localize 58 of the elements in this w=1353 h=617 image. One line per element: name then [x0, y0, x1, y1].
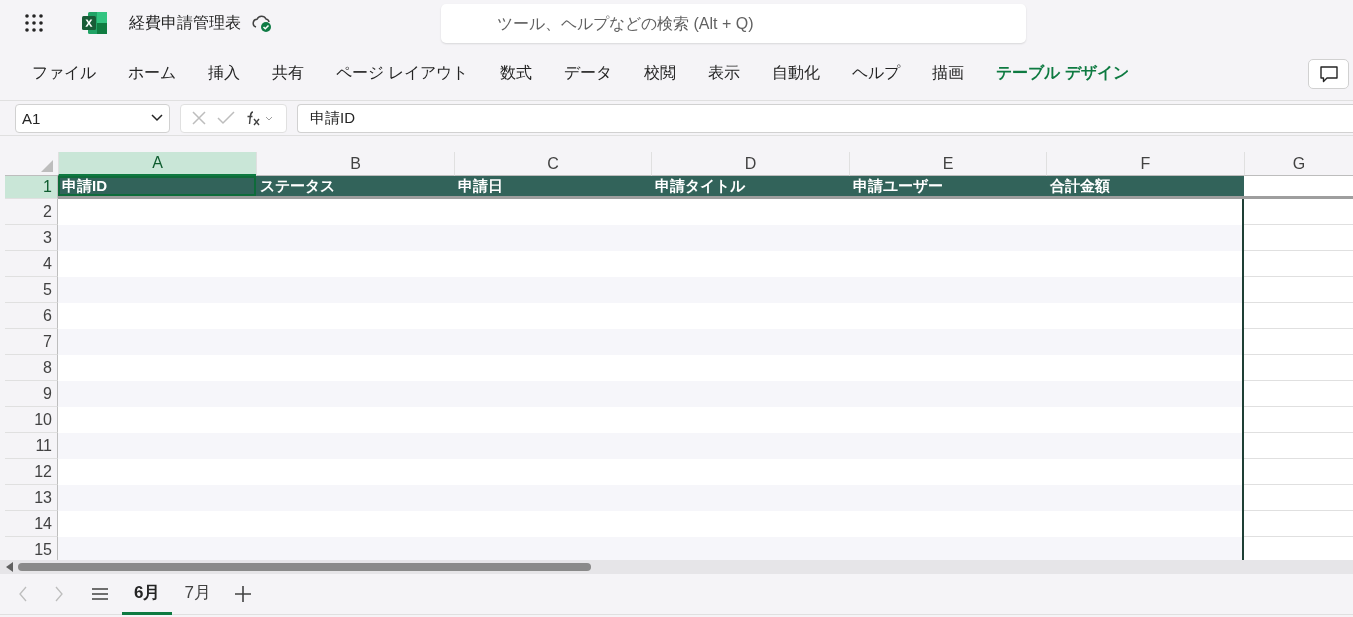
comments-button[interactable] [1308, 59, 1349, 89]
app-launcher-icon[interactable] [24, 13, 44, 33]
ribbon-tab[interactable]: ページ レイアウト [321, 56, 484, 90]
row-header[interactable]: 15 [5, 537, 58, 560]
chevron-down-icon [151, 114, 163, 122]
row-header[interactable]: 2 [5, 199, 58, 225]
check-icon[interactable] [217, 111, 235, 125]
row-header[interactable]: 7 [5, 329, 58, 355]
ribbon-tab[interactable]: 自動化 [757, 56, 836, 90]
ribbon-tab[interactable]: 共有 [257, 56, 319, 90]
row-header[interactable]: 10 [5, 407, 58, 433]
table-header-cell[interactable]: 申請日 [454, 176, 651, 199]
ribbon-tab[interactable]: ヘルプ [837, 56, 916, 90]
ribbon-tab[interactable]: 表示 [693, 56, 756, 90]
row-header[interactable]: 8 [5, 355, 58, 381]
add-sheet-icon[interactable] [234, 586, 251, 602]
ribbon-tab[interactable]: テーブル デザイン [981, 56, 1144, 90]
column-header[interactable]: F [1046, 152, 1244, 176]
ribbon-tab[interactable]: 数式 [485, 56, 548, 90]
function-icon[interactable] [245, 110, 273, 126]
row-header[interactable]: 9 [5, 381, 58, 407]
table-header-cell[interactable]: 申請ID [58, 176, 256, 199]
ribbon-tab[interactable]: 校閲 [629, 56, 692, 90]
ribbon-tab[interactable]: 描画 [917, 56, 980, 90]
ribbon-tab[interactable]: データ [549, 56, 628, 90]
row-header[interactable]: 3 [5, 225, 58, 251]
column-header[interactable]: E [849, 152, 1046, 176]
table-header-cell[interactable]: 申請ユーザー [849, 176, 1046, 199]
formula-field[interactable]: 申請ID [297, 103, 1353, 133]
table-header-cell[interactable]: 申請タイトル [651, 176, 849, 199]
column-header[interactable]: D [651, 152, 849, 176]
sheet-tab[interactable]: 6月 [122, 573, 173, 615]
table-header-cell[interactable]: ステータス [256, 176, 454, 199]
row-header[interactable]: 5 [5, 277, 58, 303]
column-header[interactable]: C [454, 152, 651, 176]
table-header-cell[interactable]: 合計金額 [1046, 176, 1244, 199]
ribbon-tab[interactable]: ファイル [17, 56, 111, 90]
spreadsheet-app-icon[interactable] [82, 11, 108, 35]
column-header[interactable]: A [58, 152, 256, 176]
document-title[interactable]: 経費申請管理表 [129, 12, 241, 34]
ribbon-tab[interactable]: 挿入 [193, 56, 255, 90]
search-field[interactable]: ツール、ヘルプなどの検索 (Alt + Q) [441, 4, 1026, 43]
horizontal-scrollbar[interactable] [18, 563, 591, 571]
comment-icon [1318, 65, 1339, 83]
row-header[interactable]: 11 [5, 433, 58, 459]
row-header[interactable]: 6 [5, 303, 58, 329]
sheet-tab[interactable]: 7月 [172, 573, 223, 615]
menu-icon[interactable] [92, 587, 108, 601]
name-box[interactable]: A1 [15, 103, 170, 133]
column-header[interactable]: G [1244, 152, 1353, 176]
row-header[interactable]: 12 [5, 459, 58, 485]
row-header[interactable]: 1 [5, 176, 58, 199]
row-header[interactable]: 14 [5, 511, 58, 537]
row-header[interactable]: 13 [5, 485, 58, 511]
ribbon-tab[interactable]: ホーム [113, 56, 191, 90]
column-header[interactable]: B [256, 152, 454, 176]
row-header[interactable]: 4 [5, 251, 58, 277]
scroll-left-icon[interactable] [6, 562, 14, 572]
